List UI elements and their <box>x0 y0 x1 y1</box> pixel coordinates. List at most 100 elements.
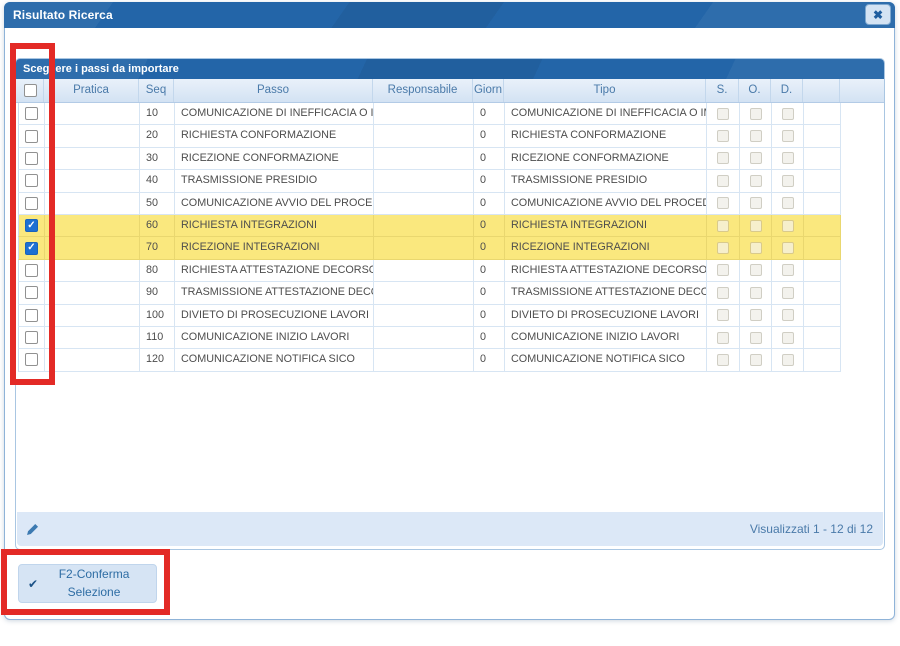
cell-o <box>740 125 772 146</box>
disabled-checkbox <box>782 220 794 232</box>
disabled-checkbox <box>782 264 794 276</box>
cell-seq: 120 <box>140 349 175 370</box>
cell-giorn: 0 <box>474 327 505 348</box>
cell-giorn: 0 <box>474 215 505 236</box>
cell-pratica <box>45 125 140 146</box>
column-header-responsabile[interactable]: Responsabile <box>373 79 473 102</box>
column-header-seq[interactable]: Seq <box>139 79 174 102</box>
dialog-titlebar[interactable]: Risultato Ricerca ✖ <box>4 2 895 28</box>
disabled-checkbox <box>750 152 762 164</box>
table-row[interactable]: 60RICHIESTA INTEGRAZIONI0RICHIESTA INTEG… <box>18 215 841 237</box>
cell-o <box>740 193 772 214</box>
cell-extra <box>804 305 841 326</box>
row-checkbox-checked[interactable] <box>25 219 38 232</box>
row-checkbox-checked[interactable] <box>25 242 38 255</box>
disabled-checkbox <box>782 287 794 299</box>
confirm-selection-button[interactable]: ✔ F2-Conferma Selezione <box>18 564 157 603</box>
row-checkbox[interactable] <box>25 309 38 322</box>
row-checkbox[interactable] <box>25 107 38 120</box>
disabled-checkbox <box>750 309 762 321</box>
cell-o <box>740 215 772 236</box>
cell-seq: 60 <box>140 215 175 236</box>
cell-select <box>19 148 45 169</box>
cell-giorn: 0 <box>474 148 505 169</box>
disabled-checkbox <box>782 108 794 120</box>
row-checkbox[interactable] <box>25 331 38 344</box>
table-row[interactable]: 110COMUNICAZIONE INIZIO LAVORI0COMUNICAZ… <box>18 327 841 349</box>
cell-tipo: RICEZIONE INTEGRAZIONI <box>505 237 707 258</box>
cell-o <box>740 237 772 258</box>
cell-pratica <box>45 237 140 258</box>
cell-giorn: 0 <box>474 170 505 191</box>
cell-giorn: 0 <box>474 103 505 124</box>
table-row[interactable]: 70RICEZIONE INTEGRAZIONI0RICEZIONE INTEG… <box>18 237 841 259</box>
cell-responsabile <box>374 193 474 214</box>
column-header-s[interactable]: S. <box>706 79 739 102</box>
disabled-checkbox <box>717 309 729 321</box>
cell-seq: 30 <box>140 148 175 169</box>
row-checkbox[interactable] <box>25 174 38 187</box>
table-row[interactable]: 120COMUNICAZIONE NOTIFICA SICO0COMUNICAZ… <box>18 349 841 371</box>
cell-d <box>772 237 804 258</box>
row-checkbox[interactable] <box>25 130 38 143</box>
cell-d <box>772 193 804 214</box>
row-checkbox[interactable] <box>25 286 38 299</box>
cell-pratica <box>45 215 140 236</box>
cell-pratica <box>45 103 140 124</box>
column-header-o[interactable]: O. <box>739 79 771 102</box>
disabled-checkbox <box>717 332 729 344</box>
cell-seq: 20 <box>140 125 175 146</box>
disabled-checkbox <box>717 108 729 120</box>
cell-s <box>707 349 740 370</box>
column-header-d[interactable]: D. <box>771 79 803 102</box>
column-header-tipo[interactable]: Tipo <box>504 79 706 102</box>
column-header-pratica[interactable]: Pratica <box>44 79 139 102</box>
cell-d <box>772 349 804 370</box>
header-select-all-cell <box>18 79 44 102</box>
disabled-checkbox <box>782 242 794 254</box>
pencil-icon[interactable] <box>26 523 39 536</box>
row-checkbox[interactable] <box>25 197 38 210</box>
table-row[interactable]: 10COMUNICAZIONE DI INEFFICACIA O IMP0COM… <box>18 103 841 125</box>
row-checkbox[interactable] <box>25 264 38 277</box>
column-header-passo[interactable]: Passo <box>174 79 373 102</box>
cell-tipo: RICHIESTA INTEGRAZIONI <box>505 215 707 236</box>
table-row[interactable]: 30RICEZIONE CONFORMAZIONE0RICEZIONE CONF… <box>18 148 841 170</box>
disabled-checkbox <box>750 108 762 120</box>
cell-giorn: 0 <box>474 305 505 326</box>
cell-responsabile <box>374 260 474 281</box>
cell-responsabile <box>374 125 474 146</box>
table-row[interactable]: 100DIVIETO DI PROSECUZIONE LAVORI0DIVIET… <box>18 305 841 327</box>
cell-d <box>772 125 804 146</box>
cell-seq: 80 <box>140 260 175 281</box>
cell-select <box>19 305 45 326</box>
column-header-giorn[interactable]: Giorn <box>473 79 504 102</box>
cell-giorn: 0 <box>474 125 505 146</box>
disabled-checkbox <box>750 287 762 299</box>
table-row[interactable]: 50COMUNICAZIONE AVVIO DEL PROCEDIM0COMUN… <box>18 193 841 215</box>
cell-tipo: COMUNICAZIONE AVVIO DEL PROCEDIM <box>505 193 707 214</box>
table-row[interactable]: 80RICHIESTA ATTESTAZIONE DECORSO TE0RICH… <box>18 260 841 282</box>
cell-passo: RICHIESTA CONFORMAZIONE <box>175 125 374 146</box>
table-row[interactable]: 90TRASMISSIONE ATTESTAZIONE DECORS0TRASM… <box>18 282 841 304</box>
select-all-checkbox[interactable] <box>24 84 37 97</box>
cell-passo: DIVIETO DI PROSECUZIONE LAVORI <box>175 305 374 326</box>
cell-d <box>772 103 804 124</box>
close-icon[interactable]: ✖ <box>865 4 891 25</box>
cell-giorn: 0 <box>474 260 505 281</box>
table-row[interactable]: 40TRASMISSIONE PRESIDIO0TRASMISSIONE PRE… <box>18 170 841 192</box>
cell-pratica <box>45 170 140 191</box>
pagination-status: Visualizzati 1 - 12 di 12 <box>750 522 873 536</box>
row-checkbox[interactable] <box>25 353 38 366</box>
cell-d <box>772 260 804 281</box>
cell-s <box>707 215 740 236</box>
cell-tipo: DIVIETO DI PROSECUZIONE LAVORI <box>505 305 707 326</box>
cell-passo: RICHIESTA INTEGRAZIONI <box>175 215 374 236</box>
table-row[interactable]: 20RICHIESTA CONFORMAZIONE0RICHIESTA CONF… <box>18 125 841 147</box>
disabled-checkbox <box>782 175 794 187</box>
disabled-checkbox <box>717 264 729 276</box>
disabled-checkbox <box>717 130 729 142</box>
row-checkbox[interactable] <box>25 152 38 165</box>
cell-pratica <box>45 193 140 214</box>
cell-seq: 90 <box>140 282 175 303</box>
